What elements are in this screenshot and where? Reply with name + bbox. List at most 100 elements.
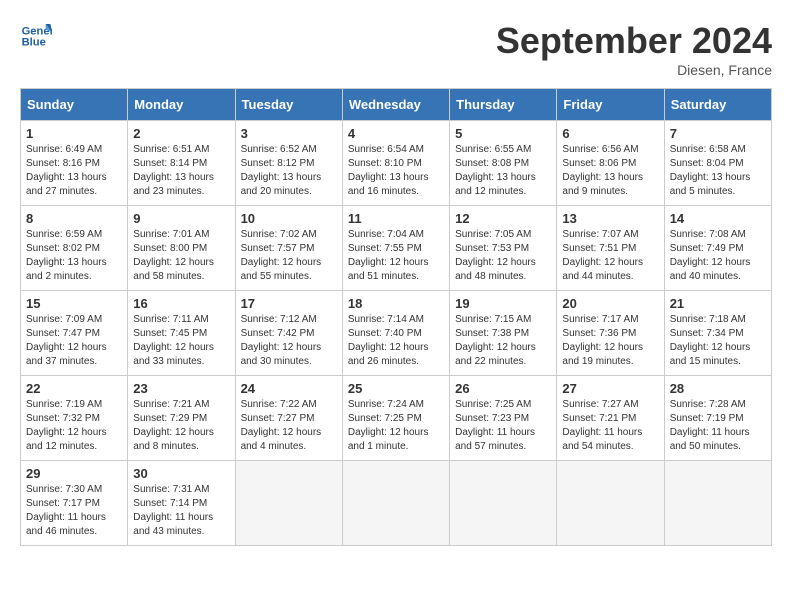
sunset: Sunset: 7:51 PM <box>562 243 636 254</box>
calendar-cell <box>235 461 342 546</box>
day-number: 17 <box>241 296 337 311</box>
daylight: Daylight: 12 hours and 37 minutes. <box>26 342 107 367</box>
day-info: Sunrise: 7:05 AM Sunset: 7:53 PM Dayligh… <box>455 228 551 284</box>
sunrise: Sunrise: 7:30 AM <box>26 484 102 495</box>
col-thursday: Thursday <box>450 89 557 121</box>
location: Diesen, France <box>496 62 772 78</box>
day-info: Sunrise: 6:52 AM Sunset: 8:12 PM Dayligh… <box>241 143 337 199</box>
day-number: 14 <box>670 211 766 226</box>
calendar-cell: 1 Sunrise: 6:49 AM Sunset: 8:16 PM Dayli… <box>21 121 128 206</box>
calendar-cell: 9 Sunrise: 7:01 AM Sunset: 8:00 PM Dayli… <box>128 206 235 291</box>
sunset: Sunset: 8:14 PM <box>133 158 207 169</box>
day-number: 24 <box>241 381 337 396</box>
day-info: Sunrise: 7:07 AM Sunset: 7:51 PM Dayligh… <box>562 228 658 284</box>
sunrise: Sunrise: 7:04 AM <box>348 229 424 240</box>
day-info: Sunrise: 6:59 AM Sunset: 8:02 PM Dayligh… <box>26 228 122 284</box>
daylight: Daylight: 12 hours and 30 minutes. <box>241 342 322 367</box>
calendar-cell: 5 Sunrise: 6:55 AM Sunset: 8:08 PM Dayli… <box>450 121 557 206</box>
daylight: Daylight: 13 hours and 9 minutes. <box>562 172 643 197</box>
day-info: Sunrise: 6:58 AM Sunset: 8:04 PM Dayligh… <box>670 143 766 199</box>
sunset: Sunset: 7:42 PM <box>241 328 315 339</box>
logo: General Blue <box>20 20 52 52</box>
calendar-row: 1 Sunrise: 6:49 AM Sunset: 8:16 PM Dayli… <box>21 121 772 206</box>
daylight: Daylight: 13 hours and 2 minutes. <box>26 257 107 282</box>
day-info: Sunrise: 6:54 AM Sunset: 8:10 PM Dayligh… <box>348 143 444 199</box>
sunset: Sunset: 7:55 PM <box>348 243 422 254</box>
calendar-cell: 15 Sunrise: 7:09 AM Sunset: 7:47 PM Dayl… <box>21 291 128 376</box>
day-info: Sunrise: 7:02 AM Sunset: 7:57 PM Dayligh… <box>241 228 337 284</box>
sunrise: Sunrise: 7:31 AM <box>133 484 209 495</box>
day-info: Sunrise: 6:55 AM Sunset: 8:08 PM Dayligh… <box>455 143 551 199</box>
sunrise: Sunrise: 6:55 AM <box>455 144 531 155</box>
sunrise: Sunrise: 7:01 AM <box>133 229 209 240</box>
day-info: Sunrise: 7:09 AM Sunset: 7:47 PM Dayligh… <box>26 313 122 369</box>
sunset: Sunset: 7:32 PM <box>26 413 100 424</box>
sunrise: Sunrise: 7:12 AM <box>241 314 317 325</box>
sunrise: Sunrise: 7:18 AM <box>670 314 746 325</box>
calendar-cell: 8 Sunrise: 6:59 AM Sunset: 8:02 PM Dayli… <box>21 206 128 291</box>
sunset: Sunset: 7:49 PM <box>670 243 744 254</box>
calendar-cell: 6 Sunrise: 6:56 AM Sunset: 8:06 PM Dayli… <box>557 121 664 206</box>
calendar-cell: 3 Sunrise: 6:52 AM Sunset: 8:12 PM Dayli… <box>235 121 342 206</box>
calendar-cell: 16 Sunrise: 7:11 AM Sunset: 7:45 PM Dayl… <box>128 291 235 376</box>
calendar-cell: 28 Sunrise: 7:28 AM Sunset: 7:19 PM Dayl… <box>664 376 771 461</box>
calendar-cell: 11 Sunrise: 7:04 AM Sunset: 7:55 PM Dayl… <box>342 206 449 291</box>
sunset: Sunset: 7:29 PM <box>133 413 207 424</box>
sunrise: Sunrise: 6:49 AM <box>26 144 102 155</box>
day-number: 29 <box>26 466 122 481</box>
day-info: Sunrise: 7:14 AM Sunset: 7:40 PM Dayligh… <box>348 313 444 369</box>
month-title: September 2024 <box>496 20 772 62</box>
sunset: Sunset: 7:36 PM <box>562 328 636 339</box>
sunrise: Sunrise: 7:07 AM <box>562 229 638 240</box>
daylight: Daylight: 12 hours and 1 minute. <box>348 427 429 452</box>
calendar-cell: 30 Sunrise: 7:31 AM Sunset: 7:14 PM Dayl… <box>128 461 235 546</box>
day-info: Sunrise: 7:12 AM Sunset: 7:42 PM Dayligh… <box>241 313 337 369</box>
sunset: Sunset: 7:53 PM <box>455 243 529 254</box>
sunset: Sunset: 7:47 PM <box>26 328 100 339</box>
day-info: Sunrise: 7:30 AM Sunset: 7:17 PM Dayligh… <box>26 483 122 539</box>
day-number: 30 <box>133 466 229 481</box>
sunset: Sunset: 7:21 PM <box>562 413 636 424</box>
calendar-cell: 4 Sunrise: 6:54 AM Sunset: 8:10 PM Dayli… <box>342 121 449 206</box>
daylight: Daylight: 12 hours and 8 minutes. <box>133 427 214 452</box>
svg-text:Blue: Blue <box>22 37 46 49</box>
calendar-cell <box>342 461 449 546</box>
sunrise: Sunrise: 7:22 AM <box>241 399 317 410</box>
day-number: 20 <box>562 296 658 311</box>
day-number: 4 <box>348 126 444 141</box>
sunrise: Sunrise: 7:27 AM <box>562 399 638 410</box>
calendar-row: 8 Sunrise: 6:59 AM Sunset: 8:02 PM Dayli… <box>21 206 772 291</box>
sunrise: Sunrise: 7:25 AM <box>455 399 531 410</box>
sunrise: Sunrise: 6:59 AM <box>26 229 102 240</box>
day-number: 13 <box>562 211 658 226</box>
sunrise: Sunrise: 6:54 AM <box>348 144 424 155</box>
calendar-cell: 19 Sunrise: 7:15 AM Sunset: 7:38 PM Dayl… <box>450 291 557 376</box>
calendar-cell: 12 Sunrise: 7:05 AM Sunset: 7:53 PM Dayl… <box>450 206 557 291</box>
calendar-cell: 27 Sunrise: 7:27 AM Sunset: 7:21 PM Dayl… <box>557 376 664 461</box>
calendar-cell <box>557 461 664 546</box>
sunset: Sunset: 7:19 PM <box>670 413 744 424</box>
day-number: 5 <box>455 126 551 141</box>
sunset: Sunset: 8:02 PM <box>26 243 100 254</box>
day-number: 22 <box>26 381 122 396</box>
sunset: Sunset: 8:00 PM <box>133 243 207 254</box>
sunset: Sunset: 7:34 PM <box>670 328 744 339</box>
sunset: Sunset: 7:38 PM <box>455 328 529 339</box>
sunset: Sunset: 7:27 PM <box>241 413 315 424</box>
day-info: Sunrise: 7:11 AM Sunset: 7:45 PM Dayligh… <box>133 313 229 369</box>
day-number: 3 <box>241 126 337 141</box>
sunrise: Sunrise: 7:11 AM <box>133 314 208 325</box>
day-info: Sunrise: 7:01 AM Sunset: 8:00 PM Dayligh… <box>133 228 229 284</box>
calendar-cell: 20 Sunrise: 7:17 AM Sunset: 7:36 PM Dayl… <box>557 291 664 376</box>
sunrise: Sunrise: 7:21 AM <box>133 399 209 410</box>
title-area: September 2024 Diesen, France <box>496 20 772 78</box>
day-number: 21 <box>670 296 766 311</box>
calendar-cell: 14 Sunrise: 7:08 AM Sunset: 7:49 PM Dayl… <box>664 206 771 291</box>
sunset: Sunset: 7:23 PM <box>455 413 529 424</box>
col-wednesday: Wednesday <box>342 89 449 121</box>
sunset: Sunset: 7:14 PM <box>133 498 207 509</box>
calendar-row: 22 Sunrise: 7:19 AM Sunset: 7:32 PM Dayl… <box>21 376 772 461</box>
day-number: 1 <box>26 126 122 141</box>
sunset: Sunset: 8:16 PM <box>26 158 100 169</box>
sunset: Sunset: 7:17 PM <box>26 498 100 509</box>
